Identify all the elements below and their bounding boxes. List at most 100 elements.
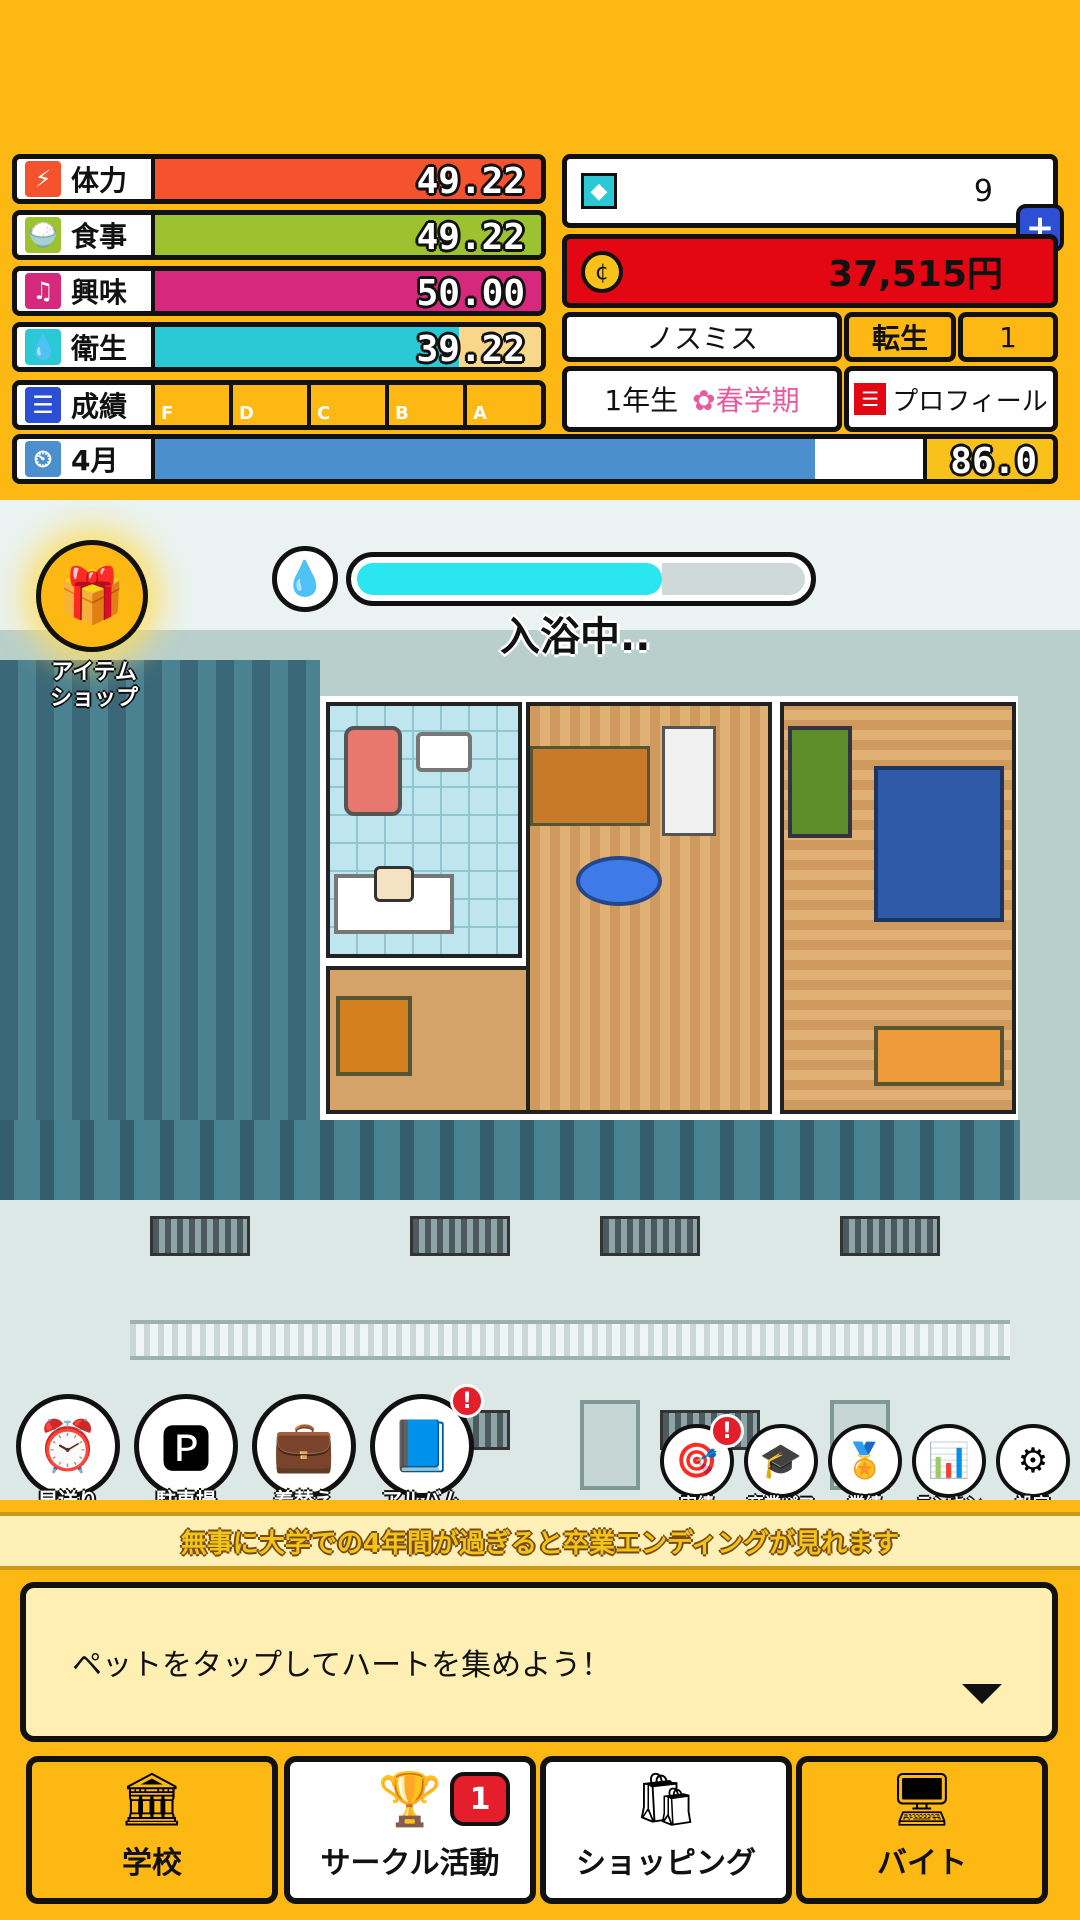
term-label: ✿春学期 <box>692 384 800 417</box>
food-icon: 🍚 <box>25 217 61 253</box>
gift-box-icon: 🎁 <box>58 564 126 627</box>
alarm-clock-icon[interactable]: ⏰ <box>16 1394 120 1498</box>
award-icon[interactable]: 🏅 <box>828 1424 902 1498</box>
nav-tab-3[interactable]: 🖥 バイト <box>796 1756 1048 1904</box>
quick-label: 着替え <box>274 1488 334 1500</box>
apartment-interior[interactable] <box>320 696 1018 1120</box>
stat-value: 49.22 <box>416 161 525 202</box>
apartment-roof <box>0 1120 1020 1200</box>
shoe-cabinet <box>336 996 412 1076</box>
nav-tab-2[interactable]: 🛍 ショッピング <box>540 1756 792 1904</box>
item-shop-label: アイテム ショップ <box>49 660 138 711</box>
stat-label: 衛生 <box>71 332 128 365</box>
ranking-icon[interactable]: 📊 <box>912 1424 986 1498</box>
bath-progress-fill <box>357 563 662 595</box>
bath-droplet-icon: 💧 <box>272 546 338 612</box>
shortcut-label: 業績 <box>819 1490 911 1500</box>
shortcut-label: ランキン <box>903 1490 995 1500</box>
dresser <box>788 726 852 838</box>
desk <box>874 1026 1004 1086</box>
gem-icon: ◆ <box>581 173 617 209</box>
rebirth-count: 1 <box>958 312 1058 362</box>
next-arrow-icon[interactable] <box>962 1684 1002 1704</box>
grade-B: B <box>385 385 463 425</box>
bedroom[interactable] <box>780 702 1016 1114</box>
stat-bar-2: ♫ 興味 50.00 <box>12 266 546 316</box>
school-year-panel: 1年生 ✿春学期 <box>562 366 842 432</box>
activity-status: 入浴中.. <box>500 614 651 660</box>
kitchen[interactable] <box>526 702 772 1114</box>
profile-icon: ☰ <box>854 383 887 415</box>
stat-label: 体力 <box>71 164 128 197</box>
register-icon: 🖥 <box>888 1770 955 1830</box>
bed <box>874 766 1004 922</box>
nav-label: ショッピング <box>576 1846 756 1881</box>
profile-label: プロフィール <box>892 386 1048 417</box>
droplet-icon: 💧 <box>25 329 61 365</box>
toilet <box>344 726 402 816</box>
graduation-cap-icon[interactable]: 🎓 <box>744 1424 818 1498</box>
stat-bar-3: 💧 衛生 39.22 <box>12 322 546 372</box>
tip-ticker: 無事に大学での4年間が過ぎると卒業エンディングが見れます <box>0 1512 1080 1570</box>
profile-button[interactable]: ☰ プロフィール <box>844 366 1058 432</box>
stat-label: 興味 <box>71 276 128 309</box>
table <box>576 856 662 906</box>
stat-value: 49.22 <box>416 217 525 258</box>
parking-icon[interactable]: 🅿 <box>134 1394 238 1498</box>
message-box[interactable]: ペットをタップしてハートを集めよう！ <box>20 1582 1058 1742</box>
grades-bar: ☰ 成績 FDCBA <box>12 380 546 430</box>
school-icon: 🏛 <box>118 1770 185 1830</box>
nav-label: 学校 <box>122 1846 182 1881</box>
grade-A: A <box>463 385 541 425</box>
grade-D: D <box>229 385 307 425</box>
pet-character[interactable] <box>374 866 414 902</box>
game-scene[interactable]: 💧 入浴中.. 🎁 アイテム ショップ ⏰ 早送り 🅿 駐車場 💼 着替え 📘 … <box>0 500 1080 1500</box>
music-note-icon: ♫ <box>25 273 61 309</box>
rebirth-label: 転生 <box>871 322 928 355</box>
money-panel: ¢ 37,515円 <box>562 234 1058 308</box>
grade-F: F <box>151 385 229 425</box>
quick-label: 早送り <box>38 1488 98 1500</box>
grade-C: C <box>307 385 385 425</box>
gear-icon[interactable]: ⚙ <box>996 1424 1070 1498</box>
item-shop-button[interactable]: 🎁 <box>36 540 148 652</box>
shopping-bag-icon: 🛍 <box>632 1770 699 1830</box>
rebirth-button[interactable]: 転生 <box>844 312 956 362</box>
month-bar: ⏲ 4月 86.0 <box>12 434 1058 484</box>
shortcut-label: 卒業パフ <box>735 1490 827 1500</box>
flower-icon: ✿ <box>692 384 716 417</box>
month-progress-fill <box>151 439 815 479</box>
alert-badge: ! <box>710 1414 744 1448</box>
bath-progress-bar <box>346 552 816 606</box>
nav-label: バイト <box>877 1846 967 1881</box>
school-year: 1年生 <box>604 384 679 417</box>
trophy-icon: 🏆 <box>377 1770 443 1830</box>
quick-label: アルバム <box>382 1488 462 1500</box>
nav-tab-1[interactable]: 🏆 サークル活動 1 <box>284 1756 536 1904</box>
suitcase-icon[interactable]: 💼 <box>252 1394 356 1498</box>
coin-icon: ¢ <box>581 251 623 293</box>
report-card-icon: ☰ <box>25 387 61 423</box>
counter <box>530 746 650 826</box>
fridge <box>662 726 716 836</box>
gems-panel: ◆ 9 <box>562 154 1058 228</box>
gems-value: 9 <box>973 173 993 209</box>
quick-label: 駐車場 <box>156 1488 216 1500</box>
nav-label: サークル活動 <box>320 1846 500 1881</box>
player-name: ノスミス <box>562 312 842 362</box>
stat-label: 食事 <box>71 220 128 253</box>
sink <box>416 732 472 772</box>
lightning-icon: ⚡ <box>25 161 61 197</box>
stat-fill <box>151 327 459 367</box>
stat-bar-1: 🍚 食事 49.22 <box>12 210 546 260</box>
shortcut-label: 実績 <box>651 1490 743 1500</box>
message-text: ペットをタップしてハートを集めよう！ <box>72 1648 612 1683</box>
nav-tab-0[interactable]: 🏛 学校 <box>26 1756 278 1904</box>
shortcut-label: 設定 <box>987 1490 1079 1500</box>
bathroom[interactable] <box>326 702 522 958</box>
grades-label: 成績 <box>71 390 128 423</box>
stat-value: 50.00 <box>416 273 525 314</box>
alert-badge: ! <box>450 1384 484 1418</box>
stat-bar-0: ⚡ 体力 49.22 <box>12 154 546 204</box>
neighbor-roof <box>0 660 320 1180</box>
